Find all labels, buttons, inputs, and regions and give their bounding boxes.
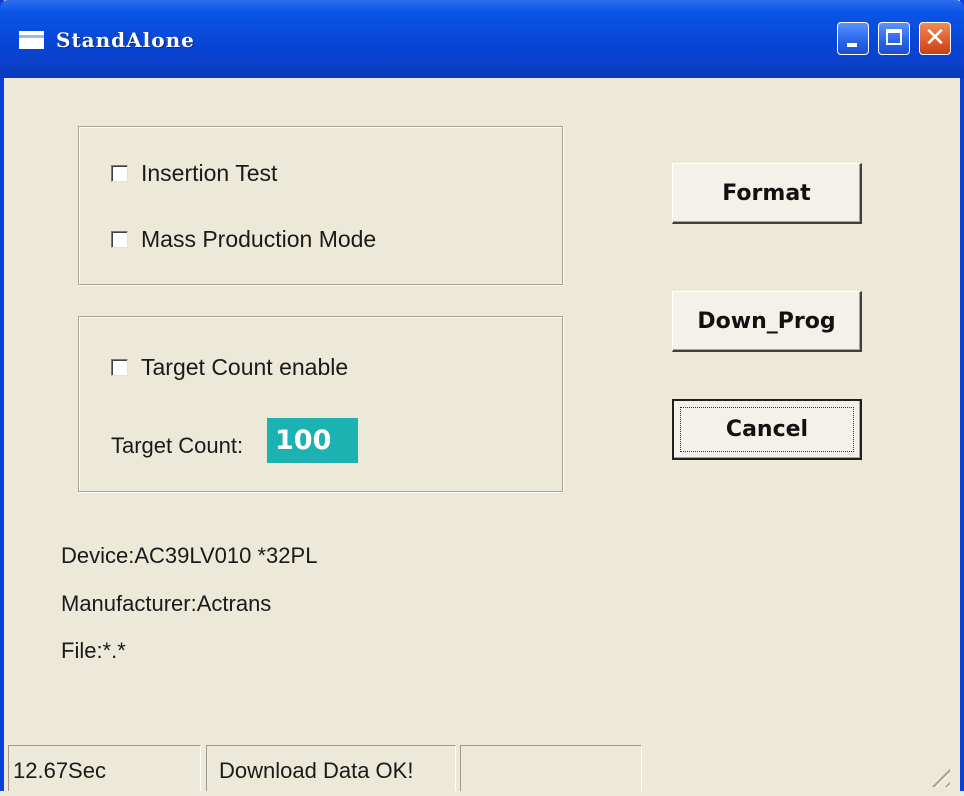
maximize-button[interactable]	[878, 22, 910, 55]
file-info: File:*.*	[61, 638, 126, 663]
format-button[interactable]: Format	[672, 163, 862, 224]
title-bar[interactable]: StandAlone ✕	[0, 0, 964, 78]
close-button[interactable]: ✕	[919, 22, 951, 55]
target-count-enable-label: Target Count enable	[141, 354, 349, 380]
window-icon	[19, 31, 44, 49]
minimize-icon	[847, 43, 857, 47]
cancel-button[interactable]: Cancel	[672, 399, 862, 460]
target-count-label: Target Count:	[111, 433, 244, 458]
down-prog-button[interactable]: Down_Prog	[672, 291, 862, 352]
device-info: Device:AC39LV010 *32PL	[61, 543, 318, 568]
insertion-test-checkbox[interactable]: Insertion Test	[111, 160, 277, 187]
status-message: Download Data OK!	[206, 745, 456, 791]
resize-grip[interactable]	[924, 761, 950, 787]
status-extra	[460, 745, 642, 791]
mass-production-label: Mass Production Mode	[141, 226, 377, 252]
minimize-button[interactable]	[837, 22, 869, 55]
checkbox-box[interactable]	[111, 359, 128, 376]
checkbox-box[interactable]	[111, 231, 128, 248]
insertion-test-label: Insertion Test	[141, 160, 278, 186]
target-count-input[interactable]: 100	[267, 418, 358, 463]
close-icon: ✕	[924, 23, 946, 53]
manufacturer-info: Manufacturer:Actrans	[61, 591, 272, 616]
status-time: 12.67Sec	[8, 745, 201, 791]
mass-production-checkbox[interactable]: Mass Production Mode	[111, 226, 376, 253]
focus-rect	[680, 407, 854, 452]
maximize-icon	[886, 29, 902, 45]
status-bar: 12.67Sec Download Data OK!	[0, 745, 956, 791]
checkbox-box[interactable]	[111, 165, 128, 182]
target-count-group	[78, 316, 563, 492]
target-count-enable-checkbox[interactable]: Target Count enable	[111, 354, 348, 381]
options-group	[78, 126, 563, 285]
window-title: StandAlone	[56, 28, 195, 52]
